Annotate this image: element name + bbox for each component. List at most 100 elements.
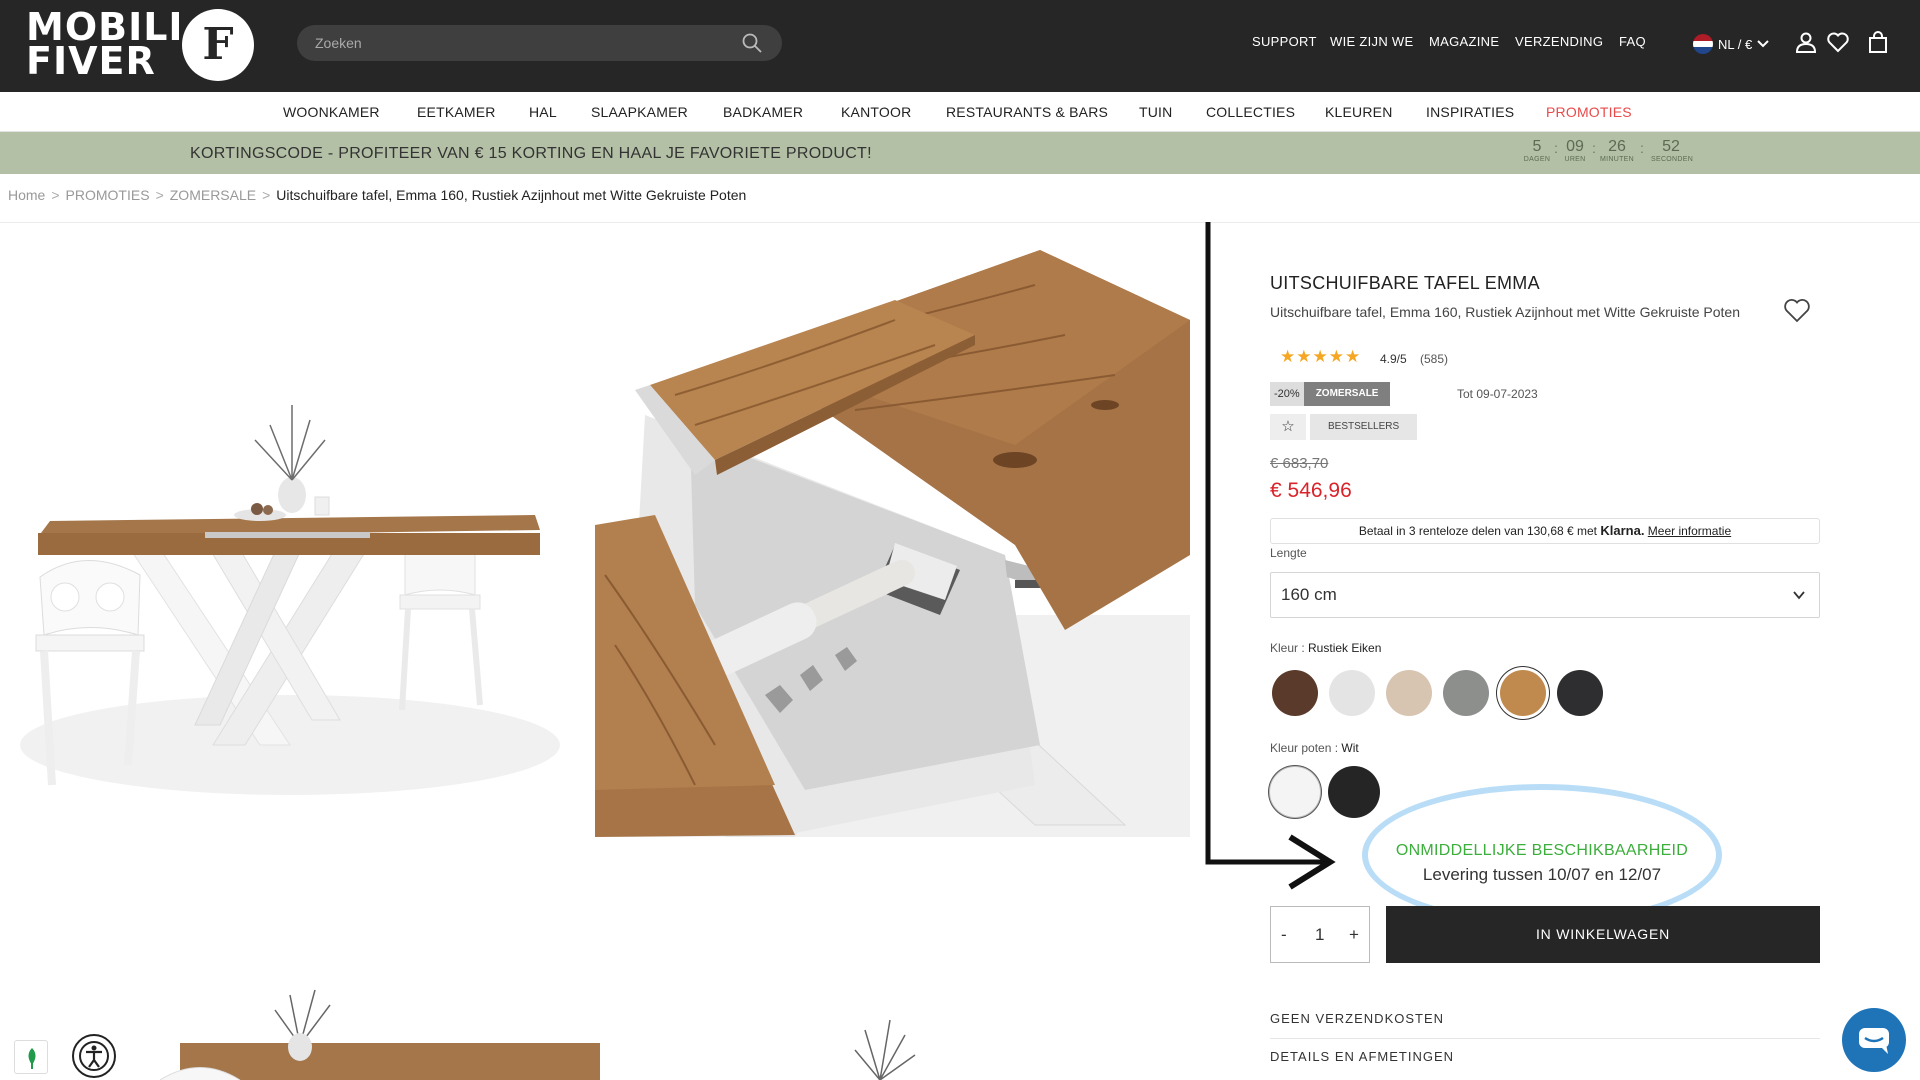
- breadcrumb-home[interactable]: Home: [8, 187, 45, 203]
- countdown-separator: :: [1592, 140, 1596, 156]
- product-image-thumbnail[interactable]: [160, 985, 600, 1080]
- banner-message: KORTINGSCODE - PROFITEER VAN € 15 KORTIN…: [190, 145, 872, 162]
- accessibility-button[interactable]: [72, 1034, 116, 1078]
- review-count[interactable]: (585): [1420, 352, 1448, 366]
- cat-tuin[interactable]: TUIN: [1139, 104, 1172, 120]
- sale-tag: ZOMERSALE: [1303, 382, 1391, 406]
- color-swatch-dark-walnut[interactable]: [1272, 670, 1318, 716]
- breadcrumb-current: Uitschuifbare tafel, Emma 160, Rustiek A…: [276, 187, 747, 203]
- wishlist-heart-icon[interactable]: [1783, 297, 1811, 323]
- language-selector[interactable]: NL / €: [1693, 34, 1769, 54]
- header-bar: MOBILIFIVER F SUPPORT WIE ZIJN WE MAGAZI…: [0, 0, 1920, 92]
- chevron-down-icon: [1757, 40, 1769, 48]
- bestseller-label: BESTSELLERS: [1310, 414, 1418, 440]
- countdown-hours: 09 UREN: [1564, 138, 1586, 163]
- countdown-minutes: 26 MINUTEN: [1600, 138, 1634, 163]
- cat-inspiraties[interactable]: INSPIRATIES: [1426, 104, 1514, 120]
- availability-status: ONMIDDELLIJKE BESCHIKBAARHEID: [1395, 842, 1689, 859]
- color-swatch-light-oak[interactable]: [1386, 670, 1432, 716]
- old-price: € 683,70: [1270, 455, 1329, 472]
- breadcrumb-promoties[interactable]: PROMOTIES: [66, 187, 150, 203]
- star-outline-icon: ☆: [1270, 414, 1306, 440]
- product-subtitle: Uitschuifbare tafel, Emma 160, Rustiek A…: [1270, 304, 1740, 320]
- leg-swatch-white[interactable]: [1269, 766, 1321, 818]
- search-bar: [297, 25, 782, 61]
- divider: [1270, 1038, 1820, 1039]
- add-to-cart-button[interactable]: IN WINKELWAGEN: [1386, 906, 1820, 963]
- length-value: 160 cm: [1281, 585, 1337, 604]
- quantity-decrease-button[interactable]: -: [1281, 925, 1287, 945]
- cat-restaurants-bars[interactable]: RESTAURANTS & BARS: [946, 104, 1108, 120]
- color-swatch-rustic-oak[interactable]: [1500, 670, 1546, 716]
- logo-text: MOBILI FIVER: [26, 5, 184, 83]
- breadcrumb: Home > PROMOTIES > ZOMERSALE > Uitschuifbare t…: [8, 187, 747, 203]
- klarna-text: Betaal in 3 renteloze delen van 130,68 €…: [1358, 524, 1598, 538]
- leg-swatch-black[interactable]: [1328, 766, 1380, 818]
- rating-score: 4.9/5: [1380, 352, 1407, 366]
- quantity-stepper: - 1 +: [1270, 906, 1370, 963]
- product-image-table-chairs[interactable]: [10, 225, 575, 845]
- search-input[interactable]: [315, 25, 725, 61]
- bestseller-badge: ☆ BESTSELLERS: [1270, 414, 1418, 440]
- accordion-details[interactable]: DETAILS EN AFMETINGEN: [1270, 1049, 1454, 1064]
- cat-collecties[interactable]: COLLECTIES: [1206, 104, 1295, 120]
- length-select[interactable]: 160 cm: [1270, 572, 1820, 618]
- countdown-days: 5 DAGEN: [1523, 138, 1551, 163]
- logo-mark: F: [182, 9, 254, 81]
- cat-badkamer[interactable]: BADKAMER: [723, 104, 803, 120]
- cat-woonkamer[interactable]: WOONKAMER: [283, 104, 380, 120]
- language-label: NL / €: [1718, 36, 1753, 52]
- leaf-icon: [28, 1048, 36, 1069]
- discount-percent: -20%: [1270, 382, 1304, 406]
- quantity-value[interactable]: 1: [1315, 925, 1324, 945]
- cat-kantoor[interactable]: KANTOOR: [841, 104, 911, 120]
- delivery-estimate: Levering tussen 10/07 en 12/07: [1422, 865, 1662, 884]
- nav-support[interactable]: SUPPORT: [1252, 34, 1317, 49]
- klarna-info: Betaal in 3 renteloze delen van 130,68 €…: [1270, 518, 1820, 544]
- legs-color-label: Kleur poten : Wit: [1270, 741, 1359, 755]
- length-label: Lengte: [1270, 546, 1307, 560]
- cat-eetkamer[interactable]: EETKAMER: [417, 104, 496, 120]
- cat-hal[interactable]: HAL: [529, 104, 557, 120]
- chat-button[interactable]: [1842, 1008, 1906, 1072]
- product-image-extension-detail[interactable]: [595, 225, 1190, 837]
- color-value: Rustiek Eiken: [1308, 641, 1382, 655]
- chevron-down-icon: [1793, 591, 1805, 600]
- accordion-shipping[interactable]: GEEN VERZENDKOSTEN: [1270, 1011, 1444, 1026]
- promo-banner[interactable]: KORTINGSCODE - PROFITEER VAN € 15 KORTIN…: [0, 132, 1920, 174]
- mobilifiver-logo[interactable]: MOBILI FIVER F: [24, 6, 256, 82]
- nav-magazine[interactable]: MAGAZINE: [1429, 34, 1499, 49]
- countdown-seconds: 52 SECONDEN: [1651, 138, 1694, 163]
- countdown-separator: :: [1640, 140, 1644, 156]
- rating-stars: ★★★★★: [1280, 347, 1362, 366]
- cat-slaapkamer[interactable]: SLAAPKAMER: [591, 104, 688, 120]
- nav-wie-zijn-we[interactable]: WIE ZIJN WE: [1330, 34, 1413, 49]
- user-icon[interactable]: [1794, 30, 1818, 54]
- nav-verzending[interactable]: VERZENDING: [1515, 34, 1603, 49]
- category-nav: WOONKAMER EETKAMER HAL SLAAPKAMER BADKAM…: [0, 92, 1920, 132]
- cart-icon[interactable]: [1866, 30, 1890, 54]
- nl-flag-icon: [1693, 34, 1713, 54]
- klarna-logo: Klarna.: [1600, 523, 1645, 538]
- cookie-settings-button[interactable]: [14, 1040, 48, 1074]
- color-swatch-concrete-grey[interactable]: [1443, 670, 1489, 716]
- color-label: Kleur : Rustiek Eiken: [1270, 641, 1382, 655]
- divider: [0, 222, 1920, 223]
- breadcrumb-zomersale[interactable]: ZOMERSALE: [170, 187, 256, 203]
- klarna-more-info-link[interactable]: Meer informatie: [1648, 524, 1731, 538]
- product-image-thumbnail[interactable]: [820, 1010, 940, 1080]
- color-swatch-concrete-white[interactable]: [1329, 670, 1375, 716]
- accessibility-icon: [79, 1041, 109, 1071]
- cat-promoties[interactable]: PROMOTIES: [1546, 104, 1632, 120]
- chat-icon: [1859, 1028, 1889, 1054]
- heart-icon[interactable]: [1826, 30, 1850, 54]
- search-icon[interactable]: [742, 33, 762, 53]
- nav-faq[interactable]: FAQ: [1619, 34, 1646, 49]
- color-swatch-dark-concrete[interactable]: [1557, 670, 1603, 716]
- product-title: UITSCHUIFBARE TAFEL EMMA: [1270, 273, 1540, 293]
- current-price: € 546,96: [1270, 479, 1352, 502]
- sale-end-date: Tot 09-07-2023: [1457, 387, 1538, 401]
- quantity-increase-button[interactable]: +: [1349, 925, 1359, 945]
- cat-kleuren[interactable]: KLEUREN: [1325, 104, 1393, 120]
- discount-badges: -20% ZOMERSALE: [1270, 382, 1391, 406]
